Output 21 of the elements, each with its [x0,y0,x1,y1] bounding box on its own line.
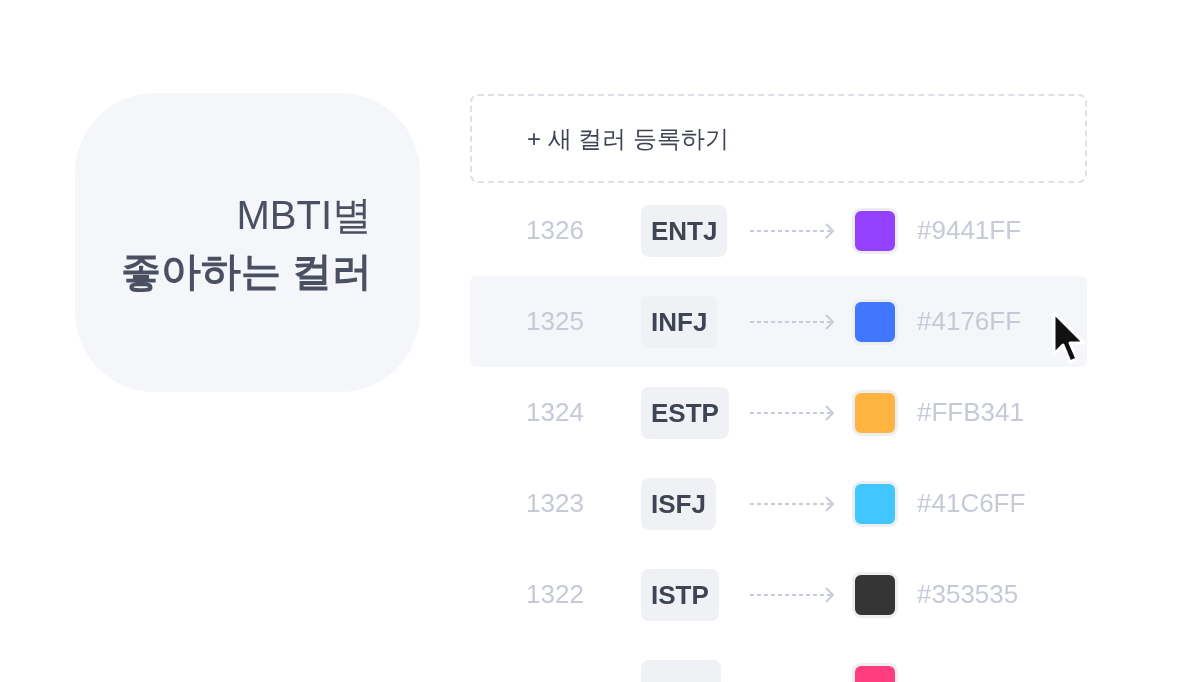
hex-code: #9441FF [917,215,1023,246]
card-subtitle: MBTI별 [236,191,372,239]
card-title: 좋아하는 컬러 [120,247,372,295]
dashed-arrow-icon [749,404,835,421]
dashed-arrow-icon [749,313,835,330]
dashed-arrow-icon [749,586,835,603]
add-color-button[interactable]: + 새 컬러 등록하기 [470,94,1087,183]
dashed-arrow-icon [749,222,835,239]
mbti-tag: ISTP [641,568,719,621]
mbti-tag: ENTJ [641,204,728,257]
mbti-tag: ISFJ [641,477,716,530]
row-number: 1323 [526,488,585,519]
row-number: 1326 [526,215,585,246]
hex-code: #353535 [917,579,1020,610]
mbti-tag: ESTP [641,386,729,439]
mbti-tag: INFJ [641,295,718,348]
hex-code: #FFB341 [917,397,1025,428]
row-number: 1324 [526,397,585,428]
row-number: 1322 [526,579,585,610]
dashed-arrow-icon [749,495,835,512]
hex-code: #41C6FF [917,488,1027,519]
